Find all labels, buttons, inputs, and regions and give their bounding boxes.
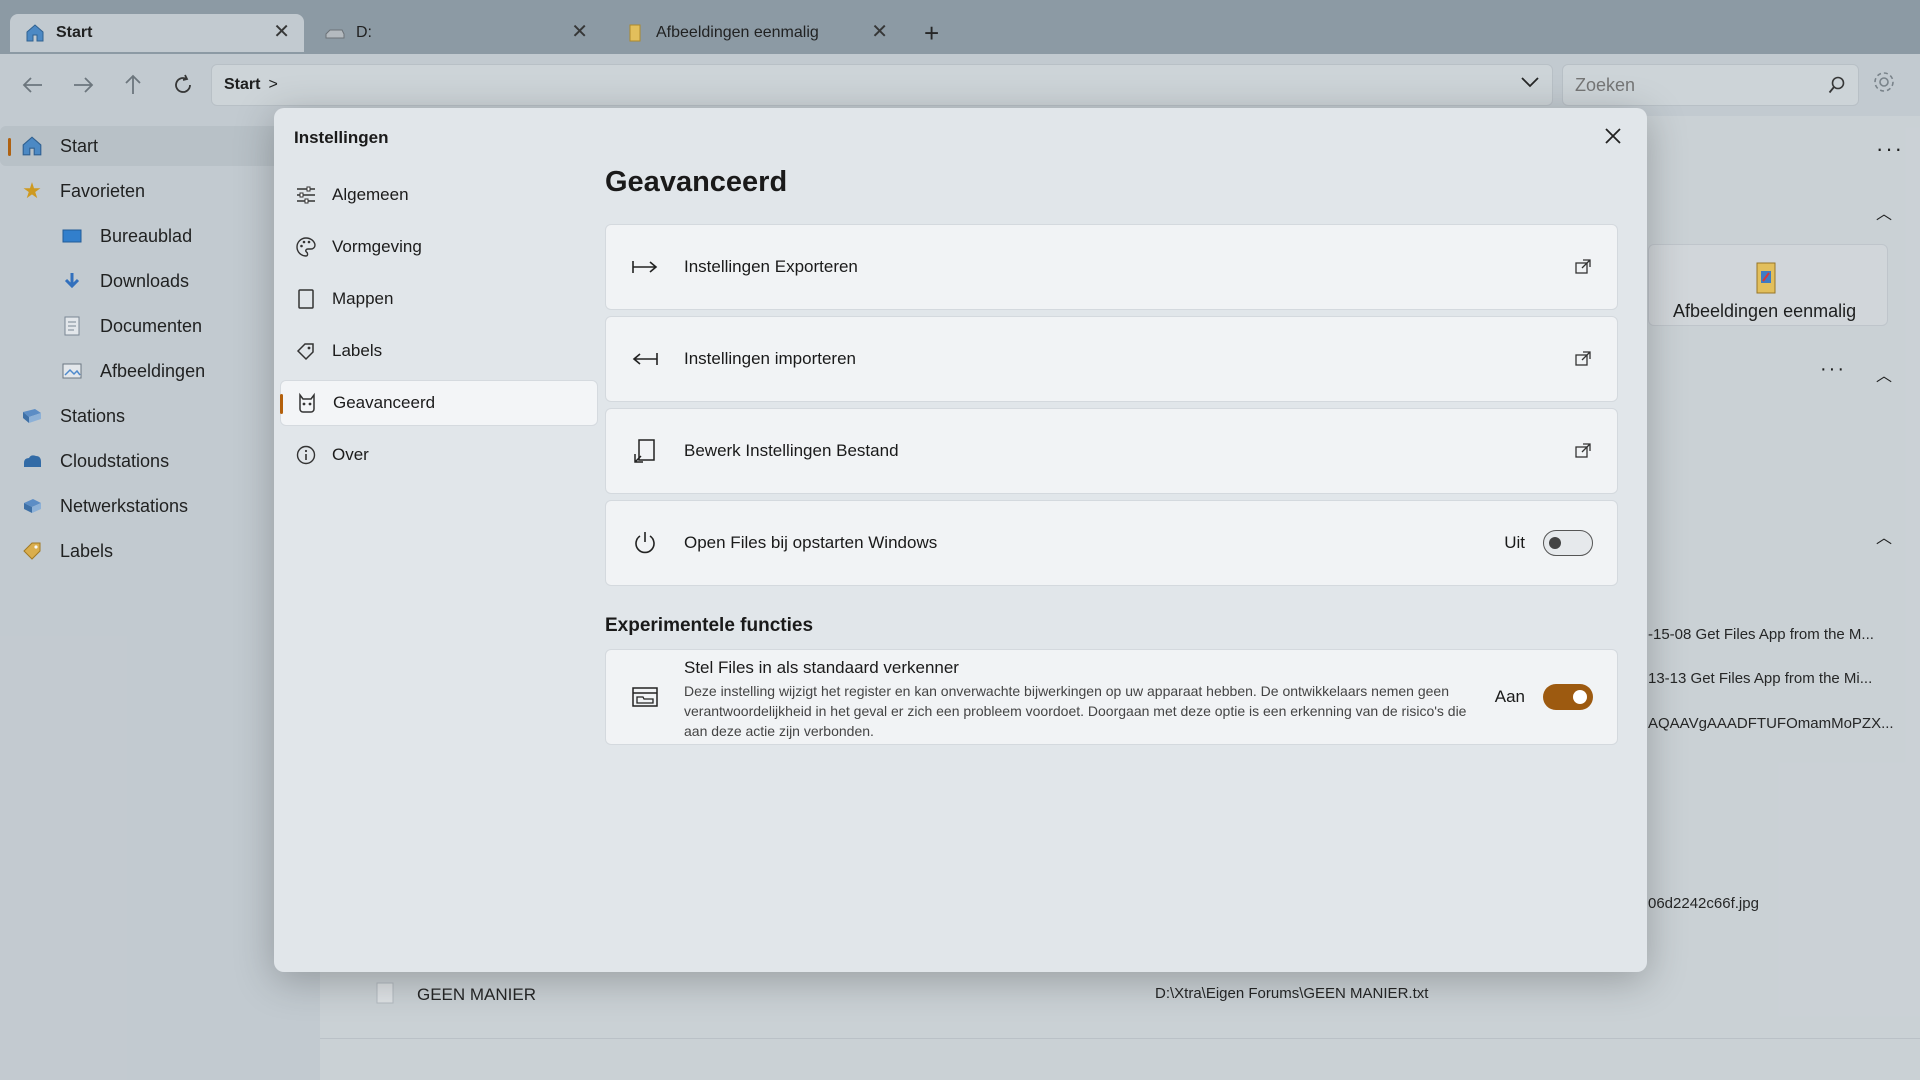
- settings-dialog: Instellingen Algemeen Vormgeving Mappen …: [274, 108, 1647, 972]
- tag-outline-icon: [294, 339, 318, 363]
- power-icon: [630, 528, 660, 558]
- open-external-icon: [1573, 441, 1593, 461]
- nav-item-algemeen[interactable]: Algemeen: [280, 172, 598, 218]
- sliders-icon: [294, 183, 318, 207]
- edit-settings-file-card[interactable]: Bewerk Instellingen Bestand: [605, 408, 1618, 494]
- startup-setting-card: Open Files bij opstarten Windows Uit: [605, 500, 1618, 586]
- settings-nav: Algemeen Vormgeving Mappen Labels Geavan…: [280, 172, 598, 484]
- edit-settings-file-label: Bewerk Instellingen Bestand: [684, 441, 899, 460]
- import-settings-label: Instellingen importeren: [684, 349, 856, 368]
- nav-item-labels[interactable]: Labels: [280, 328, 598, 374]
- window-folder-icon: [630, 682, 660, 712]
- nav-item-mappen[interactable]: Mappen: [280, 276, 598, 322]
- page-title: Geavanceerd: [605, 166, 788, 198]
- default-explorer-card: Stel Files in als standaard verkenner De…: [605, 649, 1618, 745]
- folder-outline-icon: [294, 287, 318, 311]
- nav-item-label: Vormgeving: [332, 237, 422, 256]
- nav-item-label: Over: [332, 445, 369, 464]
- nav-item-label: Labels: [332, 341, 383, 360]
- export-settings-label: Instellingen Exporteren: [684, 257, 858, 276]
- nav-item-label: Algemeen: [332, 185, 409, 204]
- edit-file-icon: [630, 436, 660, 466]
- default-explorer-title: Stel Files in als standaard verkenner: [684, 658, 959, 677]
- nav-item-label: Mappen: [332, 289, 394, 308]
- close-icon[interactable]: [1599, 122, 1627, 150]
- palette-icon: [294, 235, 318, 259]
- nav-item-over[interactable]: Over: [280, 432, 598, 478]
- default-explorer-toggle[interactable]: [1543, 684, 1593, 710]
- open-external-icon: [1573, 349, 1593, 369]
- dialog-title: Instellingen: [294, 128, 389, 147]
- nav-item-geavanceerd[interactable]: Geavanceerd: [280, 380, 598, 426]
- info-icon: [294, 443, 318, 467]
- toggle-state-label: Uit: [1504, 533, 1525, 552]
- import-arrow-icon: [630, 344, 660, 374]
- startup-toggle[interactable]: [1543, 530, 1593, 556]
- nav-item-vormgeving[interactable]: Vormgeving: [280, 224, 598, 270]
- section-title: Experimentele functies: [605, 615, 814, 636]
- startup-setting-label: Open Files bij opstarten Windows: [684, 533, 938, 552]
- open-external-icon: [1573, 257, 1593, 277]
- nav-item-label: Geavanceerd: [333, 393, 436, 412]
- import-settings-card[interactable]: Instellingen importeren: [605, 316, 1618, 402]
- default-explorer-description: Deze instelling wijzigt het register en …: [684, 683, 1467, 739]
- advanced-icon: [295, 391, 319, 415]
- toggle-state-label: Aan: [1494, 687, 1525, 706]
- export-settings-card[interactable]: Instellingen Exporteren: [605, 224, 1618, 310]
- default-explorer-text: Stel Files in als standaard verkenner De…: [684, 658, 1474, 741]
- export-arrow-icon: [630, 252, 660, 282]
